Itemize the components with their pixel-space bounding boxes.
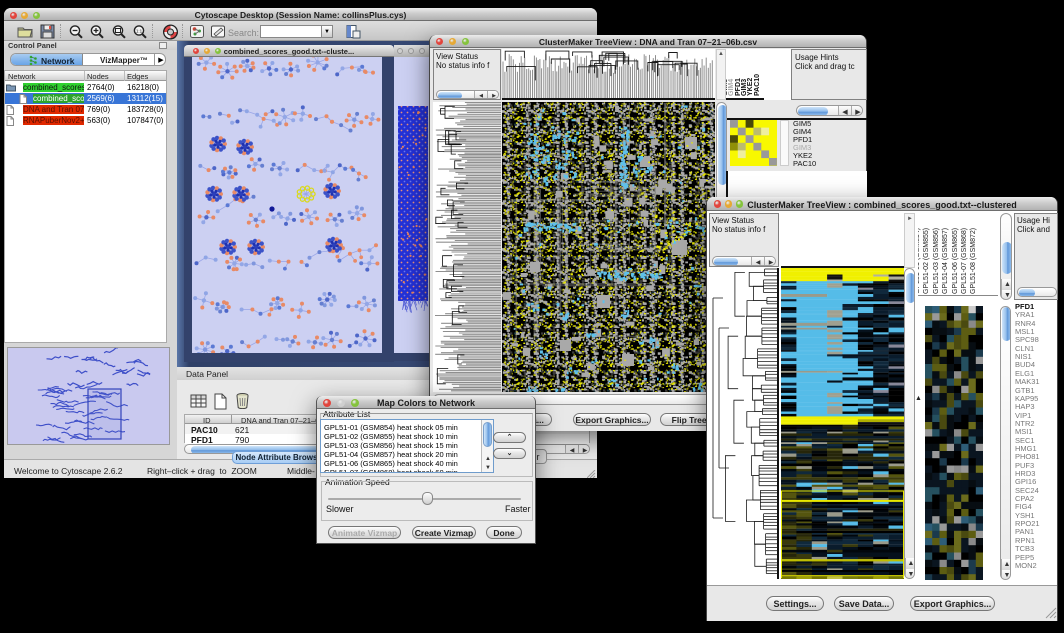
svg-text:1:1: 1:1 bbox=[136, 28, 143, 33]
